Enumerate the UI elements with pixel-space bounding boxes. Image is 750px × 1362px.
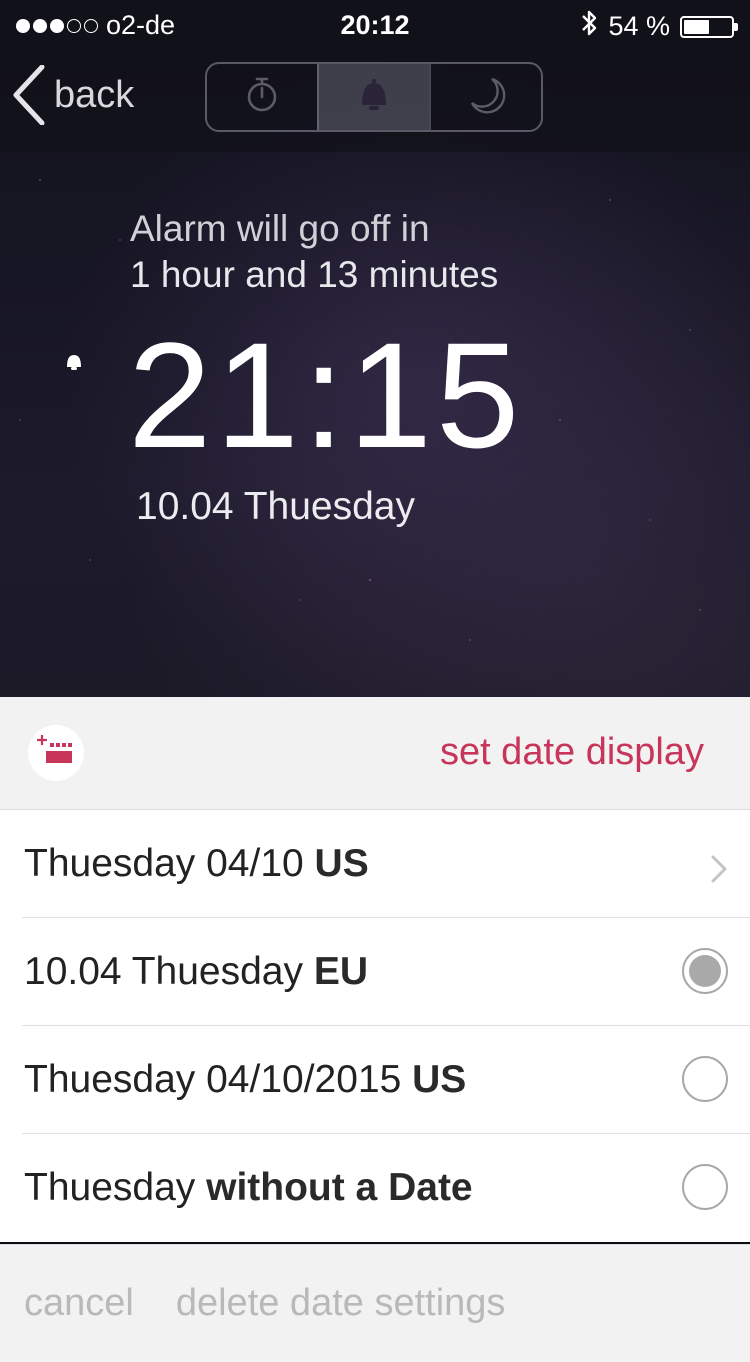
countdown-caption: Alarm will go off in: [130, 208, 430, 249]
delete-date-settings-button[interactable]: delete date settings: [176, 1282, 506, 1325]
action-footer: cancel delete date settings: [0, 1244, 750, 1362]
chevron-right-icon: [710, 850, 728, 894]
option-region: EU: [313, 950, 369, 993]
bluetooth-icon: [580, 8, 598, 45]
status-bar: o2-de 20:12 54 %: [0, 0, 750, 50]
battery-percentage: 54 %: [608, 11, 670, 41]
battery-fill: [684, 19, 709, 34]
back-label: back: [54, 73, 135, 116]
chevron-left-icon: [12, 65, 46, 125]
option-label: Thuesday 04/10/2015: [24, 1058, 413, 1101]
calendar-add-icon: [36, 733, 76, 774]
option-region: US: [412, 1058, 467, 1101]
battery-nub: [734, 22, 738, 31]
date-option-no-date[interactable]: Thuesday without a Date: [0, 1134, 750, 1242]
option-label: 10.04 Thuesday: [24, 950, 314, 993]
option-region: US: [314, 842, 369, 885]
back-button[interactable]: back: [12, 62, 134, 128]
segment-alarm[interactable]: [317, 64, 429, 130]
option-region: without a Date: [206, 1166, 473, 1209]
option-label: Thuesday: [24, 1166, 207, 1209]
segment-sleep[interactable]: [429, 64, 541, 130]
add-calendar-button[interactable]: [28, 725, 84, 781]
radio-unselected[interactable]: [682, 1056, 728, 1102]
alarm-date: 10.04 Thuesday: [136, 485, 415, 528]
date-display-header: set date display: [0, 697, 750, 810]
alarm-countdown: Alarm will go off in 1 hour and 13 minut…: [130, 208, 498, 296]
alarm-time[interactable]: 21:15: [128, 320, 523, 470]
status-right: 54 %: [580, 8, 738, 45]
segment-stopwatch[interactable]: [207, 64, 317, 130]
panel-title: set date display: [439, 731, 704, 773]
date-format-options: Thuesday 04/10 US 10.04 Thuesday EU Thue…: [0, 810, 750, 1242]
bell-icon: [356, 77, 392, 118]
date-option-us-long[interactable]: Thuesday 04/10/2015 US: [0, 1026, 750, 1134]
bell-icon: [64, 352, 84, 377]
radio-selected[interactable]: [682, 948, 728, 994]
cancel-button[interactable]: cancel: [24, 1282, 134, 1325]
date-option-eu[interactable]: 10.04 Thuesday EU: [0, 918, 750, 1026]
countdown-remaining: 1 hour and 13 minutes: [130, 254, 499, 295]
battery-icon: [680, 15, 738, 38]
option-label: Thuesday 04/10: [24, 842, 315, 885]
radio-unselected[interactable]: [682, 1164, 728, 1210]
stopwatch-icon: [245, 76, 279, 119]
mode-segmented-control: [205, 62, 543, 132]
date-option-us-short[interactable]: Thuesday 04/10 US: [0, 810, 750, 918]
moon-icon: [466, 75, 506, 120]
